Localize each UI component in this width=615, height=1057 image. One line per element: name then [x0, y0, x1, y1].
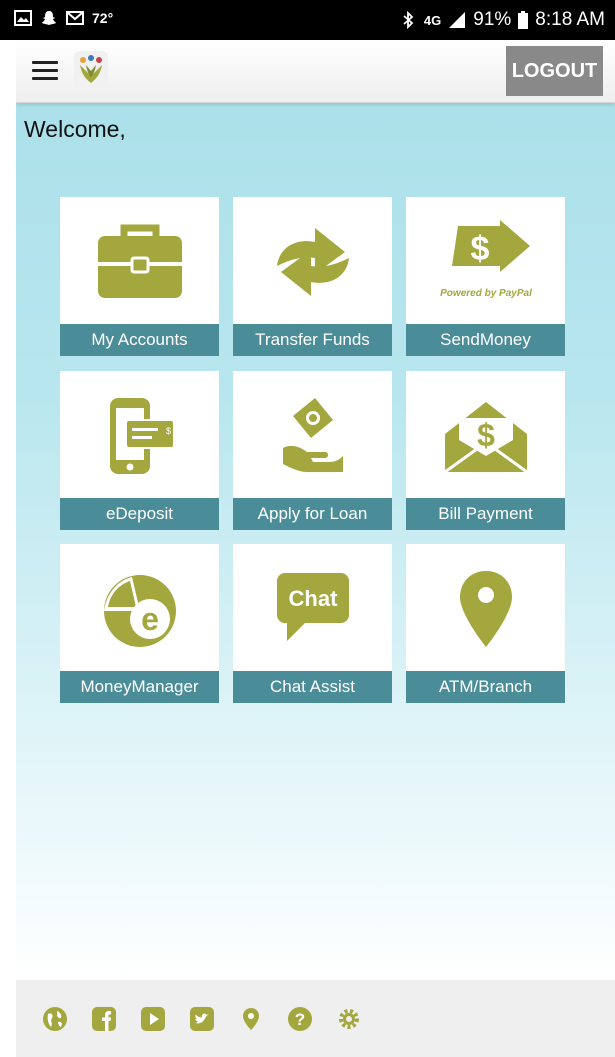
- svg-text:$: $: [166, 426, 171, 436]
- app-screen: LOGOUT Welcome, My Accounts Transfer Fun…: [16, 40, 615, 1057]
- bluetooth-icon: [403, 11, 414, 29]
- footer-bar: ?: [16, 980, 615, 1057]
- tile-chat-assist[interactable]: Chat Chat Assist: [233, 544, 392, 703]
- welcome-text: Welcome,: [24, 116, 126, 142]
- tile-label: Chat Assist: [233, 671, 392, 703]
- gallery-notification-icon: [14, 10, 32, 26]
- paypal-send-icon: $ Powered by PayPal: [406, 207, 565, 317]
- snapchat-notification-icon: [42, 11, 56, 25]
- map-pin-icon: [406, 554, 565, 664]
- clock-text: 8:18 AM: [535, 9, 605, 30]
- network-type-text: 4G: [423, 12, 442, 28]
- mail-notification-icon: [66, 11, 84, 25]
- tile-my-accounts[interactable]: My Accounts: [60, 197, 219, 356]
- phone-check-icon: $: [60, 381, 219, 491]
- tile-apply-for-loan[interactable]: Apply for Loan: [233, 371, 392, 530]
- tile-atm-branch[interactable]: ATM/Branch: [406, 544, 565, 703]
- tile-label: SendMoney: [406, 324, 565, 356]
- top-bar: LOGOUT: [16, 40, 615, 103]
- tile-label: My Accounts: [60, 324, 219, 356]
- tile-label: Bill Payment: [406, 498, 565, 530]
- tile-label: Apply for Loan: [233, 498, 392, 530]
- tile-bill-payment[interactable]: $ Bill Payment: [406, 371, 565, 530]
- briefcase-icon: [60, 207, 219, 317]
- paypal-caption: Powered by PayPal: [440, 288, 532, 299]
- location-icon[interactable]: [238, 1006, 264, 1032]
- help-icon[interactable]: ?: [287, 1006, 313, 1032]
- envelope-dollar-icon: $: [406, 381, 565, 491]
- tile-money-manager[interactable]: e MoneyManager: [60, 544, 219, 703]
- svg-text:?: ?: [295, 1010, 305, 1029]
- logout-button[interactable]: LOGOUT: [506, 46, 603, 96]
- svg-text:$: $: [470, 230, 489, 268]
- tile-edeposit[interactable]: $ eDeposit: [60, 371, 219, 530]
- chat-bubble-icon: Chat: [233, 554, 392, 664]
- signal-icon: [449, 12, 466, 28]
- hamburger-menu-icon[interactable]: [32, 61, 58, 81]
- twitter-icon[interactable]: [189, 1006, 215, 1032]
- tile-label: eDeposit: [60, 498, 219, 530]
- chat-bubble-text: Chat: [288, 586, 338, 611]
- tile-transfer-funds[interactable]: Transfer Funds: [233, 197, 392, 356]
- hand-money-icon: [233, 381, 392, 491]
- app-logo: [74, 51, 108, 89]
- youtube-icon[interactable]: [140, 1006, 166, 1032]
- transfer-arrows-icon: [233, 207, 392, 317]
- temperature-text: 72°: [92, 10, 114, 26]
- status-bar: 72° 4G 91% 8:18 AM: [0, 0, 615, 40]
- battery-percent-text: 91%: [473, 9, 512, 30]
- svg-text:e: e: [141, 601, 159, 637]
- tile-label: Transfer Funds: [233, 324, 392, 356]
- tile-label: MoneyManager: [60, 671, 219, 703]
- tile-send-money[interactable]: $ Powered by PayPal SendMoney: [406, 197, 565, 356]
- globe-icon[interactable]: [42, 1006, 68, 1032]
- tile-label: ATM/Branch: [406, 671, 565, 703]
- moneymanager-icon: e: [60, 554, 219, 664]
- facebook-icon[interactable]: [91, 1006, 117, 1032]
- settings-icon[interactable]: [336, 1006, 362, 1032]
- battery-icon: [518, 11, 529, 29]
